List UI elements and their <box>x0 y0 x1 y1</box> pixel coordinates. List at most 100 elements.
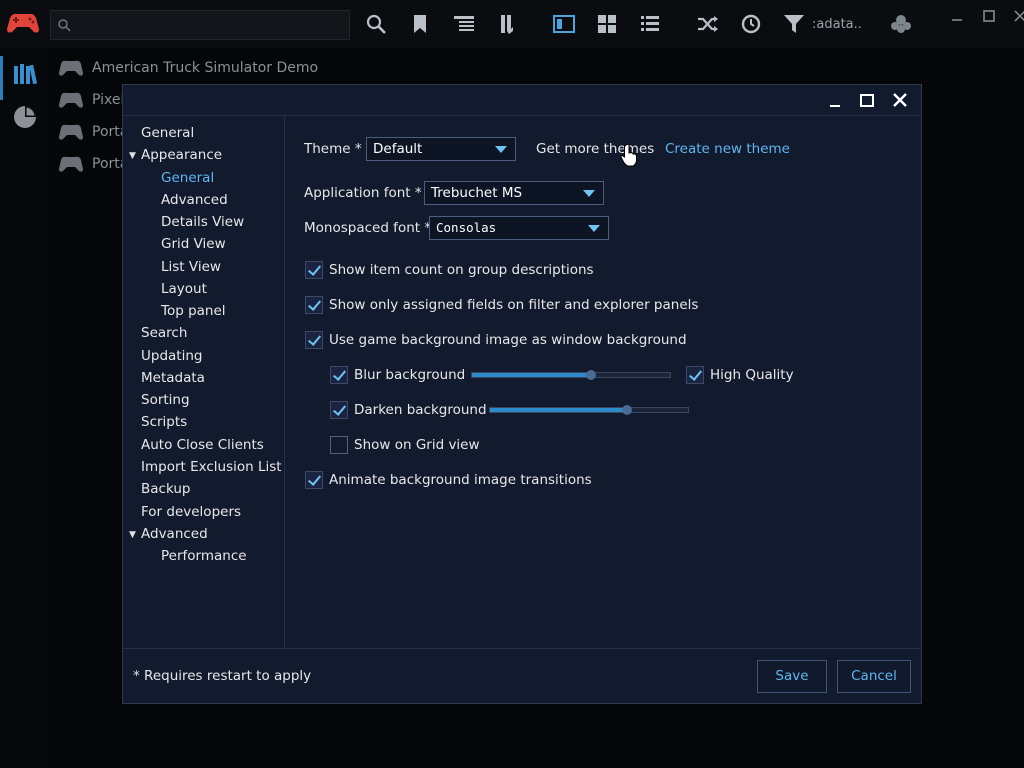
nav-grid-view[interactable]: Grid View <box>161 236 226 252</box>
details-view-icon[interactable] <box>552 12 576 36</box>
search-input[interactable] <box>50 10 350 40</box>
restart-note: * Requires restart to apply <box>133 668 312 684</box>
nav-general[interactable]: General <box>141 125 194 141</box>
top-toolbar: :adata... <box>0 0 1024 48</box>
expand-arrow-icon[interactable]: ▼ <box>129 530 136 540</box>
nav-appearance-general[interactable]: General <box>161 170 214 186</box>
sidebar-selection-indicator <box>0 56 3 100</box>
show-on-grid-view-checkbox[interactable] <box>330 436 348 454</box>
grouping-icon[interactable] <box>452 12 476 36</box>
playnite-logo-icon[interactable] <box>6 10 40 36</box>
application-font-value: Trebuchet MS <box>431 185 523 201</box>
dialog-body: General ▼ Appearance General Advanced De… <box>123 115 921 649</box>
expand-arrow-icon[interactable]: ▼ <box>129 151 136 161</box>
dialog-footer: * Requires restart to apply Save Cancel <box>123 650 921 703</box>
application-font-label: Application font * <box>304 185 422 201</box>
theme-label: Theme * <box>304 141 362 157</box>
minimize-icon[interactable] <box>949 8 965 24</box>
nav-search[interactable]: Search <box>141 325 187 341</box>
close-icon[interactable] <box>1012 8 1024 24</box>
sort-icon[interactable] <box>494 12 518 36</box>
nav-details-view[interactable]: Details View <box>161 214 244 230</box>
high-quality-checkbox[interactable] <box>686 366 704 384</box>
slider-thumb[interactable] <box>621 405 632 415</box>
game-title: Pixel <box>92 92 125 108</box>
close-icon[interactable] <box>891 91 909 109</box>
show-item-count-checkbox[interactable] <box>305 261 323 279</box>
show-on-grid-view-label: Show on Grid view <box>354 437 480 453</box>
blur-level-slider[interactable] <box>471 370 671 380</box>
blur-background-checkbox[interactable] <box>330 366 348 384</box>
use-background-image-checkbox[interactable] <box>305 331 323 349</box>
nav-layout[interactable]: Layout <box>161 281 207 297</box>
grid-view-icon[interactable] <box>595 12 619 36</box>
achievements-icon[interactable] <box>889 12 913 36</box>
animate-transitions-checkbox[interactable] <box>305 471 323 489</box>
cancel-button[interactable]: Cancel <box>837 660 911 693</box>
maximize-icon[interactable] <box>981 8 997 24</box>
gamepad-icon <box>59 60 83 76</box>
gamepad-icon <box>59 156 83 172</box>
theme-dropdown[interactable]: Default <box>366 137 516 161</box>
monospaced-font-dropdown[interactable]: Consolas <box>429 216 609 240</box>
nav-scripts[interactable]: Scripts <box>141 414 187 430</box>
show-assigned-fields-checkbox[interactable] <box>305 296 323 314</box>
nav-top-panel[interactable]: Top panel <box>161 303 226 319</box>
high-quality-label: High Quality <box>710 367 794 383</box>
settings-nav: General ▼ Appearance General Advanced De… <box>123 116 285 648</box>
bookmark-icon[interactable] <box>408 12 432 36</box>
slider-fill <box>472 373 591 377</box>
game-list-item[interactable]: Porta <box>58 151 128 177</box>
main-sidebar <box>0 48 48 768</box>
settings-dialog: General ▼ Appearance General Advanced De… <box>122 84 922 704</box>
nav-appearance-advanced[interactable]: Advanced <box>161 192 228 208</box>
list-view-icon[interactable] <box>638 12 662 36</box>
nav-import-exclusion-list[interactable]: Import Exclusion List <box>141 459 282 475</box>
application-font-dropdown[interactable]: Trebuchet MS <box>424 181 604 205</box>
monospaced-font-value: Consolas <box>436 220 497 235</box>
search-icon[interactable] <box>364 12 388 36</box>
nav-performance[interactable]: Performance <box>161 548 247 564</box>
nav-for-developers[interactable]: For developers <box>141 504 241 520</box>
darken-background-checkbox[interactable] <box>330 401 348 419</box>
appearance-general-panel: Theme * Default Get more themes Create n… <box>286 116 920 648</box>
maximize-icon[interactable] <box>858 91 876 109</box>
nav-advanced[interactable]: Advanced <box>141 526 208 542</box>
hand-cursor-icon <box>620 143 637 167</box>
use-background-image-label: Use game background image as window back… <box>329 332 687 348</box>
filter-label[interactable]: :adata... <box>812 17 862 32</box>
random-icon[interactable] <box>696 12 720 36</box>
game-list-item[interactable]: Porta <box>58 119 128 145</box>
minimize-icon[interactable] <box>826 91 844 109</box>
show-item-count-label: Show item count on group descriptions <box>329 262 594 278</box>
monospaced-font-label: Monospaced font * <box>304 220 432 236</box>
save-button[interactable]: Save <box>757 660 827 693</box>
darken-background-label: Darken background <box>354 402 487 418</box>
nav-auto-close-clients[interactable]: Auto Close Clients <box>141 437 264 453</box>
gamepad-icon <box>59 92 83 108</box>
dialog-titlebar[interactable] <box>123 85 921 115</box>
game-list-item[interactable]: Pixel <box>58 87 124 113</box>
nav-backup[interactable]: Backup <box>141 481 191 497</box>
chevron-down-icon <box>583 190 595 197</box>
darken-level-slider[interactable] <box>489 405 689 415</box>
nav-sorting[interactable]: Sorting <box>141 392 190 408</box>
search-icon <box>58 19 71 32</box>
nav-updating[interactable]: Updating <box>141 348 202 364</box>
library-icon[interactable] <box>12 60 38 86</box>
clock-icon[interactable] <box>739 12 763 36</box>
filter-icon[interactable] <box>782 12 806 36</box>
nav-metadata[interactable]: Metadata <box>141 370 205 386</box>
show-assigned-fields-label: Show only assigned fields on filter and … <box>329 297 699 313</box>
game-title: American Truck Simulator Demo <box>92 60 319 76</box>
statistics-icon[interactable] <box>12 104 38 130</box>
create-new-theme-link[interactable]: Create new theme <box>665 141 790 157</box>
slider-fill <box>490 408 627 412</box>
slider-thumb[interactable] <box>585 370 596 380</box>
chevron-down-icon <box>495 146 507 153</box>
nav-appearance[interactable]: Appearance <box>141 147 222 163</box>
game-list-item[interactable]: American Truck Simulator Demo <box>58 55 318 81</box>
chevron-down-icon <box>588 225 600 232</box>
animate-transitions-label: Animate background image transitions <box>329 472 592 488</box>
nav-list-view[interactable]: List View <box>161 259 221 275</box>
